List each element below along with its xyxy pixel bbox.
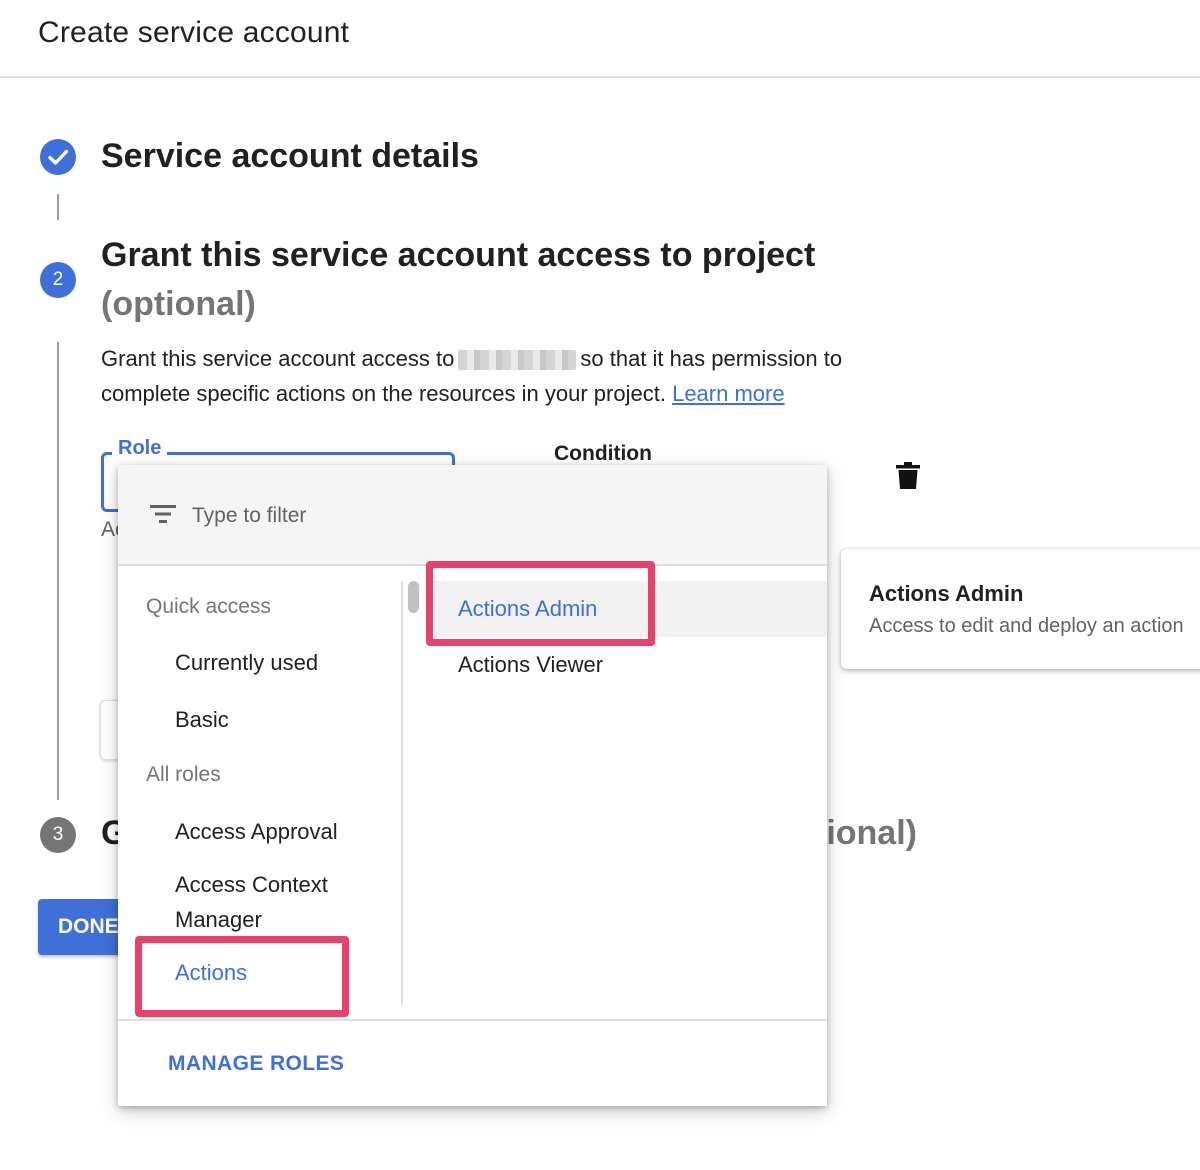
create-service-account-page: Create service account Service account d… <box>0 0 1200 1170</box>
manage-roles-button[interactable]: MANAGE ROLES <box>168 1052 344 1076</box>
filter-input[interactable] <box>192 501 592 531</box>
step-2-optional: (optional) <box>101 285 256 323</box>
grant-description-start: Grant this service account access to <box>101 346 455 371</box>
step-complete-check-icon <box>40 139 76 175</box>
highlight-box-actions-category <box>135 936 349 1017</box>
category-currently-used[interactable]: Currently used <box>175 645 318 680</box>
category-access-approval[interactable]: Access Approval <box>175 814 338 849</box>
step-connector <box>57 342 59 800</box>
category-access-context-manager[interactable]: Access Context Manager <box>175 867 375 937</box>
category-divider <box>401 581 403 1005</box>
role-info-description: Access to edit and deploy an action <box>869 615 1184 637</box>
filter-row <box>118 465 827 566</box>
condition-label: Condition <box>554 442 652 465</box>
delete-icon[interactable] <box>896 462 920 490</box>
step-3-title-end: tional) <box>815 814 917 852</box>
page-title: Create service account <box>38 16 350 49</box>
learn-more-link[interactable]: Learn more <box>672 381 785 406</box>
highlight-box-actions-admin <box>426 561 655 646</box>
step-2-number: 2 <box>40 262 76 298</box>
step-connector <box>57 194 59 220</box>
page-header: Create service account <box>0 0 1200 78</box>
role-info-title: Actions Admin <box>869 581 1024 606</box>
dropdown-footer: MANAGE ROLES <box>118 1019 827 1106</box>
quick-access-header: Quick access <box>146 595 271 618</box>
role-label: Role <box>112 437 168 460</box>
step-2-title: Grant this service account access to pro… <box>101 236 816 274</box>
step-3-number: 3 <box>40 817 76 853</box>
step-1-title[interactable]: Service account details <box>101 137 479 176</box>
grant-description: Grant this service account access to so t… <box>101 341 921 411</box>
category-scrollbar[interactable] <box>408 581 419 613</box>
redacted-project-name <box>458 350 577 371</box>
filter-icon <box>150 504 176 524</box>
role-info-card: Actions Admin Access to edit and deploy … <box>841 549 1200 669</box>
all-roles-header: All roles <box>146 763 221 786</box>
category-basic[interactable]: Basic <box>175 702 229 737</box>
